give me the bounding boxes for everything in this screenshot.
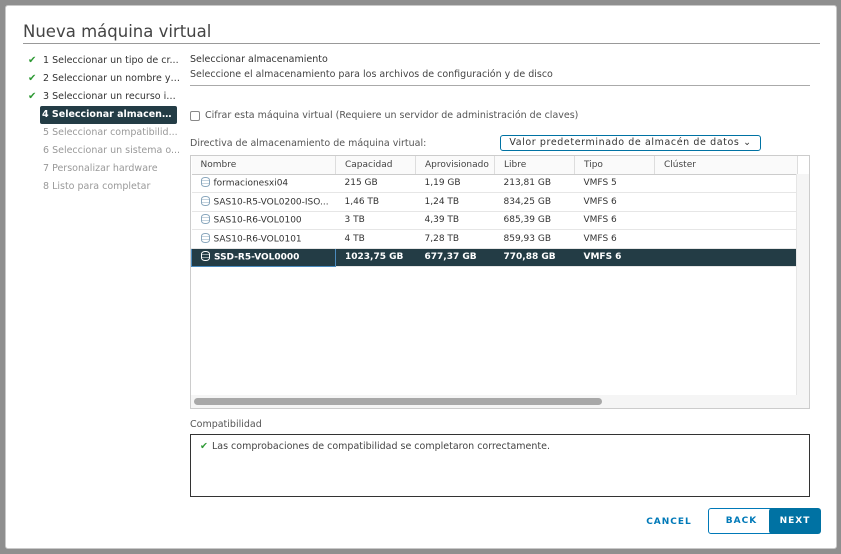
cell-cluster [654, 229, 798, 249]
step-label: 6 Seleccionar un sistema o... [43, 145, 181, 156]
encrypt-checkbox[interactable] [190, 110, 200, 121]
step-3[interactable]: ✔ 3 Seleccionar un recurso in... [24, 88, 181, 106]
cell-capacity: 1023,75 GB [335, 248, 416, 267]
cell-capacity: 4 TB [335, 229, 416, 249]
cell-type: VMFS 6 [574, 248, 655, 267]
dialog-title: Nueva máquina virtual [23, 22, 212, 41]
cell-type: VMFS 5 [574, 174, 655, 193]
datastore-icon [200, 232, 210, 243]
step-label: 5 Seleccionar compatibilid... [43, 127, 178, 138]
cell-cluster [654, 174, 798, 193]
next-button[interactable]: NEXT [769, 508, 821, 534]
table-row[interactable]: SAS10-R6-VOL0100 3 TB 4,39 TB 685,39 GB … [191, 211, 798, 230]
step-6: 6 Seleccionar un sistema o... [24, 142, 181, 160]
title-divider [23, 43, 820, 44]
cell-cluster [654, 211, 798, 230]
section-divider [190, 85, 810, 86]
cell-type: VMFS 6 [574, 229, 655, 249]
cell-cluster [654, 248, 798, 267]
vertical-scrollbar[interactable] [796, 174, 809, 408]
datastore-name: SSD-R5-VOL0000 [214, 252, 300, 263]
compatibility-label: Compatibilidad [190, 419, 262, 430]
table-row[interactable]: SAS10-R5-VOL0200-ISO... 1,46 TB 1,24 TB … [191, 192, 798, 212]
horizontal-scrollbar[interactable] [191, 395, 797, 408]
column-header-provisioned[interactable]: Aprovisionado [415, 156, 495, 175]
main-content: Seleccionar almacenamiento Seleccione el… [190, 54, 810, 497]
step-label: 7 Personalizar hardware [43, 163, 158, 174]
new-vm-dialog: Nueva máquina virtual ✔ 1 Seleccionar un … [5, 5, 837, 549]
encrypt-option[interactable]: Cifrar esta máquina virtual (Requiere un… [190, 110, 578, 121]
cell-free: 685,39 GB [494, 211, 575, 230]
table-row[interactable]: SAS10-R6-VOL0101 4 TB 7,28 TB 859,93 GB … [191, 229, 798, 249]
datastore-name: SAS10-R6-VOL0101 [213, 234, 302, 244]
step-label: 8 Listo para completar [43, 181, 151, 192]
step-5: 5 Seleccionar compatibilid... [24, 124, 181, 142]
scrollbar-thumb[interactable] [194, 398, 602, 405]
datastore-name: SAS10-R5-VOL0200-ISO... [213, 197, 329, 207]
column-header-cluster[interactable]: Clúster [654, 156, 798, 175]
column-header-capacity[interactable]: Capacidad [335, 156, 416, 175]
cell-cluster [654, 192, 798, 212]
compatibility-panel: ✔ Las comprobaciones de compatibilidad se… [190, 434, 810, 497]
check-icon: ✔ [28, 91, 37, 102]
section-title: Seleccionar almacenamiento [190, 54, 328, 65]
step-7: 7 Personalizar hardware [24, 160, 181, 178]
cell-provisioned: 677,37 GB [415, 248, 495, 267]
section-subtitle: Seleccione el almacenamiento para los ar… [190, 69, 553, 80]
check-icon: ✔ [200, 441, 208, 452]
datastore-icon [201, 251, 210, 261]
back-button[interactable]: BACK [708, 508, 775, 534]
step-2[interactable]: ✔ 2 Seleccionar un nombre y ... [24, 70, 181, 88]
cell-name: formacionesxi04 [191, 174, 336, 193]
datastore-name: formacionesxi04 [213, 178, 289, 189]
chevron-down-icon: ⌄ [743, 137, 752, 148]
datastore-icon [200, 214, 210, 224]
step-label: 2 Seleccionar un nombre y ... [43, 73, 181, 84]
column-header-name[interactable]: Nombre [191, 156, 336, 175]
check-icon: ✔ [28, 73, 37, 84]
step-1[interactable]: ✔ 1 Seleccionar un tipo de cr... [24, 52, 181, 70]
cell-free: 834,25 GB [494, 192, 575, 212]
cell-capacity: 215 GB [335, 174, 416, 193]
cell-name: SSD-R5-VOL0000 [191, 247, 336, 267]
cell-type: VMFS 6 [574, 192, 655, 212]
cell-capacity: 3 TB [335, 211, 416, 230]
datastore-icon [200, 195, 210, 206]
cell-provisioned: 1,24 TB [415, 192, 495, 212]
cell-provisioned: 1,19 GB [415, 174, 495, 193]
cell-name: SAS10-R6-VOL0101 [191, 229, 336, 249]
datastore-table: Nombre Capacidad Aprovisionado Libre Tip… [190, 155, 810, 409]
compatibility-message: Las comprobaciones de compatibilidad se … [211, 441, 551, 452]
cell-free: 770,88 GB [494, 248, 575, 267]
step-label: 1 Seleccionar un tipo de cr... [43, 55, 179, 66]
table-header: Nombre Capacidad Aprovisionado Libre Tip… [191, 156, 798, 175]
cell-free: 213,81 GB [494, 174, 575, 193]
table-row[interactable]: formacionesxi04 215 GB 1,19 GB 213,81 GB… [191, 174, 798, 193]
column-header-type[interactable]: Tipo [574, 156, 655, 175]
step-4[interactable]: 4 Seleccionar almacenamie... [40, 106, 177, 124]
cancel-button[interactable]: CANCEL [642, 513, 696, 531]
datastore-name: SAS10-R6-VOL0100 [213, 215, 302, 226]
encrypt-label: Cifrar esta máquina virtual (Requiere un… [205, 110, 579, 121]
cell-provisioned: 4,39 TB [415, 211, 495, 230]
step-label: 4 Seleccionar almacenamie... [42, 109, 177, 120]
cell-provisioned: 7,28 TB [415, 229, 495, 249]
cell-name: SAS10-R6-VOL0100 [191, 211, 336, 230]
step-8: 8 Listo para completar [24, 178, 181, 196]
datastore-icon [200, 177, 210, 187]
cell-capacity: 1,46 TB [335, 192, 416, 212]
cell-free: 859,93 GB [494, 229, 575, 249]
table-row-selected[interactable]: SSD-R5-VOL0000 1023,75 GB 677,37 GB 770,… [191, 247, 798, 267]
policy-label: Directiva de almacenamiento de máquina v… [190, 138, 427, 149]
policy-dropdown[interactable]: Valor predeterminado de almacén de datos… [500, 135, 761, 151]
check-icon: ✔ [28, 55, 37, 66]
cell-name: SAS10-R5-VOL0200-ISO... [191, 192, 336, 212]
step-label: 3 Seleccionar un recurso in... [43, 91, 181, 102]
policy-value: Valor predeterminado de almacén de datos [509, 137, 740, 148]
cell-type: VMFS 6 [574, 211, 655, 230]
column-header-free[interactable]: Libre [494, 156, 575, 175]
wizard-steps: ✔ 1 Seleccionar un tipo de cr... ✔ 2 Selec… [24, 52, 181, 196]
